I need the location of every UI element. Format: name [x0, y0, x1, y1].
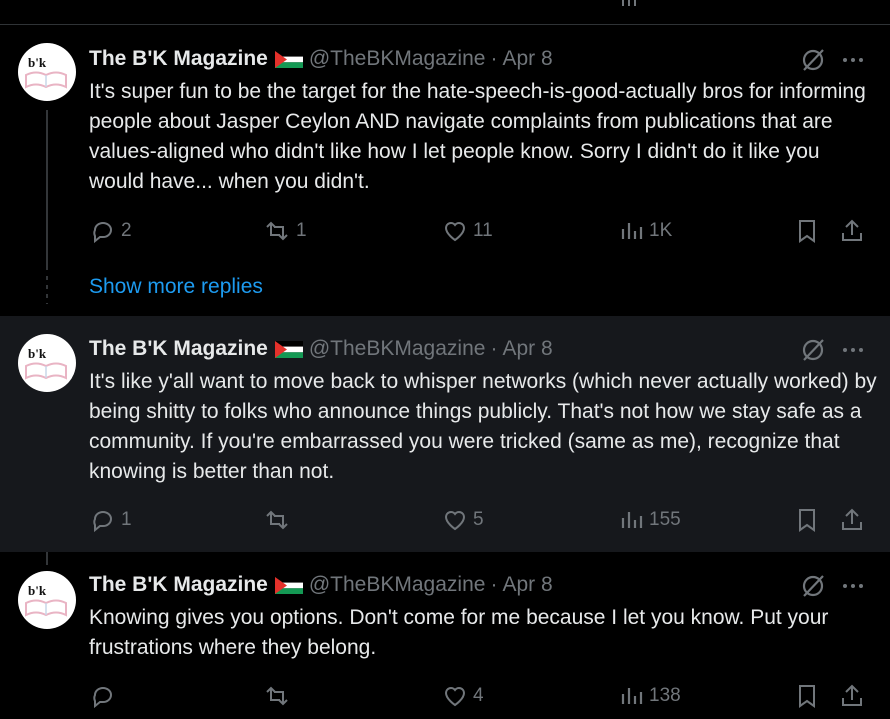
bookmark-icon — [799, 685, 815, 708]
reply-count: 2 — [121, 220, 132, 241]
views-button[interactable]: 138 — [619, 681, 681, 711]
more-icon[interactable] — [840, 337, 866, 363]
reply-button[interactable]: 1 — [89, 505, 132, 535]
reply-icon — [93, 511, 112, 533]
share-icon — [842, 219, 862, 241]
more-icon[interactable] — [840, 573, 866, 599]
repost-count: 1 — [296, 220, 307, 241]
view-count: 1K — [649, 220, 673, 241]
bookmark-icon — [799, 509, 815, 532]
bookmark-icon[interactable] — [797, 0, 817, 6]
tweet-header: The B'K Magazine @TheBKMagazine · Apr 8 — [89, 46, 553, 72]
like-button[interactable]: 4 — [441, 681, 484, 711]
separator: · — [490, 47, 498, 70]
timestamp[interactable]: Apr 8 — [502, 573, 552, 597]
repost-button[interactable]: 1 — [262, 216, 307, 246]
bk-logo-icon: b'k — [25, 583, 67, 617]
avatar[interactable]: b'k — [18, 571, 76, 629]
repost-button[interactable] — [262, 505, 296, 535]
views-icon — [621, 512, 643, 528]
like-button[interactable]: 11 — [441, 216, 493, 246]
share-icon — [842, 508, 862, 530]
bk-logo-icon: b'k — [25, 346, 67, 380]
tweet-text: It's like y'all want to move back to whi… — [89, 370, 877, 483]
handle[interactable]: @TheBKMagazine — [309, 47, 486, 71]
timestamp[interactable]: Apr 8 — [502, 337, 552, 361]
views-icon — [621, 223, 643, 239]
like-icon — [444, 222, 466, 242]
tweet[interactable]: b'k The B'K Magazine @TheBKMagazine · Ap… — [0, 316, 890, 552]
share-icon[interactable] — [843, 0, 863, 6]
display-name[interactable]: The B'K Magazine — [89, 337, 268, 361]
bk-logo-icon: b'k — [25, 55, 67, 89]
tweet-header: The B'K Magazine @TheBKMagazine · Apr 8 — [89, 336, 553, 362]
tweet-header: The B'K Magazine @TheBKMagazine · Apr 8 — [89, 572, 553, 598]
svg-text:b'k: b'k — [28, 346, 47, 361]
show-more-replies-link[interactable]: Show more replies — [89, 275, 263, 299]
bookmark-button[interactable] — [794, 216, 820, 246]
separator: · — [490, 573, 498, 596]
bookmark-button[interactable] — [794, 681, 820, 711]
repost-button[interactable] — [262, 681, 296, 711]
like-icon — [444, 511, 466, 531]
reply-icon — [93, 687, 112, 709]
display-name[interactable]: The B'K Magazine — [89, 573, 268, 597]
bookmark-icon — [799, 220, 815, 243]
like-button[interactable]: 5 — [441, 505, 484, 535]
like-count: 5 — [473, 509, 484, 530]
reply-button[interactable]: 2 — [89, 216, 132, 246]
views-button[interactable]: 155 — [619, 505, 681, 535]
tweet[interactable]: b'k The B'K Magazine @TheBKMagazine · Ap… — [0, 553, 890, 719]
grok-icon[interactable] — [800, 337, 826, 363]
reply-count: 1 — [121, 509, 132, 530]
palestine-flag-icon — [274, 340, 303, 358]
share-icon — [842, 684, 862, 706]
handle[interactable]: @TheBKMagazine — [309, 573, 486, 597]
view-count: 155 — [649, 509, 681, 530]
tweet[interactable]: b'k The B'K Magazine @TheBKMagazine · Ap… — [0, 25, 890, 315]
previous-tweet-actions — [0, 0, 890, 25]
grok-icon[interactable] — [800, 47, 826, 73]
palestine-flag-icon — [274, 50, 303, 68]
repost-icon — [266, 686, 288, 706]
svg-text:b'k: b'k — [28, 55, 47, 70]
separator: · — [490, 337, 498, 360]
share-button[interactable] — [839, 681, 865, 711]
share-button[interactable] — [839, 505, 865, 535]
tweet-actions: 4 138 — [89, 681, 879, 711]
display-name[interactable]: The B'K Magazine — [89, 47, 268, 71]
avatar[interactable]: b'k — [18, 43, 76, 101]
grok-icon[interactable] — [800, 573, 826, 599]
views-icon[interactable] — [621, 0, 641, 6]
reply-button[interactable] — [89, 681, 121, 711]
views-button[interactable]: 1K — [619, 216, 672, 246]
views-icon — [621, 688, 643, 704]
tweet-actions: 1 5 155 — [89, 505, 879, 535]
avatar[interactable]: b'k — [18, 334, 76, 392]
repost-icon — [266, 510, 288, 530]
repost-icon — [266, 221, 288, 241]
tweet-text: It's super fun to be the target for the … — [89, 80, 866, 193]
like-icon — [444, 687, 466, 707]
bookmark-button[interactable] — [794, 505, 820, 535]
like-count: 4 — [473, 685, 484, 706]
like-count: 11 — [473, 220, 493, 241]
tweet-text: Knowing gives you options. Don't come fo… — [89, 606, 829, 659]
view-count: 138 — [649, 685, 681, 706]
reply-icon — [93, 222, 112, 244]
share-button[interactable] — [839, 216, 865, 246]
tweet-actions: 2 1 11 1K — [89, 216, 879, 246]
more-icon[interactable] — [840, 47, 866, 73]
palestine-flag-icon — [274, 576, 303, 594]
handle[interactable]: @TheBKMagazine — [309, 337, 486, 361]
svg-text:b'k: b'k — [28, 583, 47, 598]
timestamp[interactable]: Apr 8 — [502, 47, 552, 71]
